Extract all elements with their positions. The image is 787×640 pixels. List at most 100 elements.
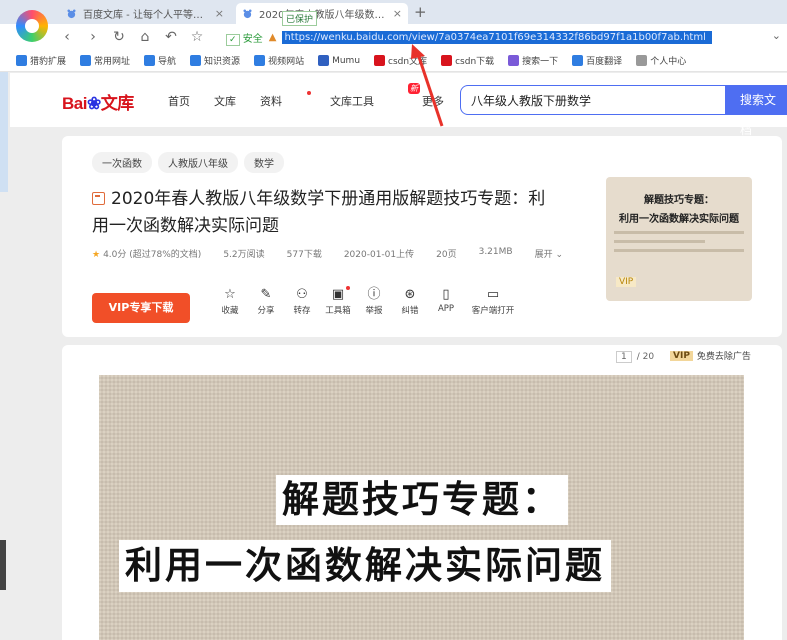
upload-date: 2020-01-01上传 [343, 250, 415, 260]
chevron-down-icon: ⌄ [555, 250, 564, 260]
bookmark-icon [374, 55, 386, 66]
page-number-input[interactable]: 1 [616, 351, 632, 363]
tag-item[interactable]: 人教版八年级 [158, 152, 238, 173]
page-content: Bai❀文库 首页 文库 资料 文库工具新 更多 八年级人教版下册数学 搜索文档… [0, 73, 787, 640]
nav-item-tools[interactable]: 文库工具新 [330, 83, 420, 109]
tab-label: 2020年春人教版八年级数学下册 [259, 10, 389, 21]
paw-icon [243, 9, 252, 19]
tag-item[interactable]: 数学 [244, 152, 284, 173]
bookmark-item[interactable]: csdn下载 [441, 54, 494, 67]
page-count: 20页 [436, 250, 457, 260]
bookmark-item[interactable]: 猎豹扩展 [16, 54, 66, 67]
close-icon[interactable]: × [215, 7, 224, 20]
expand-link[interactable]: 展开 ⌄ [535, 247, 563, 260]
chevron-down-icon[interactable]: ⌄ [772, 29, 781, 42]
vip-badge: VIP [670, 350, 693, 361]
secure-indicator: ✓ 安全 [226, 30, 263, 46]
browser-tab-strip: 百度文库 - 让每个人平等地提升自我 × 2020年春人教版八年级数学下册 × … [0, 0, 787, 24]
page-total: / 20 [636, 352, 655, 362]
back-icon[interactable]: ‹ [58, 28, 76, 46]
bookmark-icon [636, 55, 648, 66]
bookmark-icon [254, 55, 266, 66]
tag-item[interactable]: 一次函数 [92, 152, 152, 173]
thumbnail-text-line [614, 249, 744, 252]
thumbnail-text-line [614, 231, 744, 234]
address-bar[interactable]: ✓ 安全 ▲ https://wenku.baidu.com/view/7a03… [226, 27, 760, 47]
home-icon[interactable]: ⌂ [136, 28, 154, 46]
star-icon[interactable]: ☆ [188, 28, 206, 46]
star-icon: ★ [92, 250, 101, 260]
bookmark-icon [16, 55, 27, 66]
main-nav: 首页 文库 资料 文库工具新 更多 [168, 83, 468, 109]
thumbnail-text-line [614, 240, 705, 243]
correct-icon: ⊛ [404, 287, 416, 302]
bookmark-item[interactable]: 知识资源 [190, 54, 240, 67]
thumbnail-line2: 利用一次函数解决实际问题 [619, 214, 739, 225]
toolbox-icon: ▣ [331, 287, 345, 302]
bookmark-item[interactable]: 个人中心 [636, 54, 686, 67]
bookmark-item[interactable]: 百度翻译 [572, 54, 622, 67]
safety-tooltip: 已保护 [282, 11, 318, 26]
ad-free-button[interactable]: VIP 免费去除广告 [670, 349, 751, 362]
download-count: 577下载 [286, 250, 322, 260]
document-icon [92, 192, 105, 205]
bookmark-item[interactable]: Mumu [318, 55, 360, 66]
bookmark-icon [190, 55, 202, 66]
new-badge: 新 [408, 83, 420, 94]
rating: ★ 4.0分 (超过78%的文档) [92, 250, 202, 260]
page-heading-1: 解题技巧专题： [276, 475, 568, 525]
tool-save[interactable]: ⚇ 转存 [284, 286, 320, 316]
thumbnail-line1: 解题技巧专题： [644, 195, 714, 206]
share-icon: ✎ [260, 287, 272, 302]
nav-item-more[interactable]: 更多 [422, 93, 444, 109]
bookmark-icon [80, 55, 92, 66]
bookmark-icon [318, 55, 330, 66]
monitor-icon: ▭ [486, 287, 500, 302]
nav-item-materials[interactable]: 资料 [260, 91, 311, 109]
bookmark-item[interactable]: 导航 [144, 54, 176, 67]
forward-icon[interactable]: › [84, 28, 102, 46]
notification-dot [307, 91, 311, 95]
read-count: 5.2万阅读 [223, 250, 265, 260]
url-text[interactable]: https://wenku.baidu.com/view/7a0374ea710… [282, 30, 713, 44]
tool-toolbox[interactable]: ▣ 工具箱 [320, 286, 356, 316]
bookmark-icon [572, 55, 584, 66]
left-edge-handle [0, 540, 6, 590]
reload-icon[interactable]: ↻ [110, 28, 128, 46]
document-title: 2020年春人教版八年级数学下册通用版解题技巧专题：利用一次函数解决实际问题 [92, 189, 546, 236]
bookmark-item[interactable]: 视频网站 [254, 54, 304, 67]
search-input[interactable]: 八年级人教版下册数学 [460, 85, 726, 115]
bookmark-item[interactable]: 常用网址 [80, 54, 130, 67]
bookmark-item[interactable]: 搜索一下 [508, 54, 558, 67]
tool-client-open[interactable]: ▭ 客户端打开 [464, 286, 522, 316]
vip-download-button[interactable]: VIP专享下载 [92, 293, 190, 323]
paw-icon [67, 9, 76, 19]
search-button[interactable]: 搜索文档 [726, 85, 787, 137]
tag-list: 一次函数 人教版八年级 数学 [92, 152, 284, 173]
document-thumbnail[interactable]: 解题技巧专题： 利用一次函数解决实际问题 VIP [606, 177, 752, 301]
tool-report[interactable]: ⓘ 举报 [356, 286, 392, 316]
bookmark-item[interactable]: csdn文库 [374, 54, 427, 67]
browser-logo-icon[interactable] [16, 10, 48, 42]
star-icon: ☆ [224, 287, 236, 302]
tool-share[interactable]: ✎ 分享 [248, 286, 284, 316]
new-tab-button[interactable]: + [414, 3, 427, 21]
tab-label: 百度文库 - 让每个人平等地提升自我 [83, 10, 211, 21]
tool-correct[interactable]: ⊛ 纠错 [392, 286, 428, 316]
baidu-wenku-logo[interactable]: Bai❀文库 [62, 89, 134, 114]
shield-icon: ✓ [226, 33, 240, 46]
tool-favorite[interactable]: ☆ 收藏 [212, 286, 248, 316]
page-heading-2: 利用一次函数解决实际问题 [119, 540, 611, 592]
vip-badge: VIP [616, 277, 637, 287]
nav-item-home[interactable]: 首页 [168, 93, 190, 109]
bookmarks-bar: 猎豹扩展 常用网址 导航 知识资源 视频网站 Mumu csdn文库 csdn下… [0, 50, 787, 72]
tool-app[interactable]: ▯ APP [428, 286, 464, 316]
tab-document-active[interactable]: 2020年春人教版八年级数学下册 × [236, 3, 408, 24]
bookmark-icon [441, 55, 453, 66]
nav-item-wenku[interactable]: 文库 [214, 93, 236, 109]
bookmark-icon [144, 55, 156, 66]
tab-baidu-wenku-home[interactable]: 百度文库 - 让每个人平等地提升自我 × [60, 3, 230, 24]
close-icon[interactable]: × [393, 7, 402, 20]
document-toolbar: ☆ 收藏 ✎ 分享 ⚇ 转存 ▣ 工具箱 ⓘ 举报 ⊛ 纠错 ▯ APP ▭ 客户端打开 [212, 286, 522, 316]
undo-icon[interactable]: ↶ [162, 28, 180, 46]
